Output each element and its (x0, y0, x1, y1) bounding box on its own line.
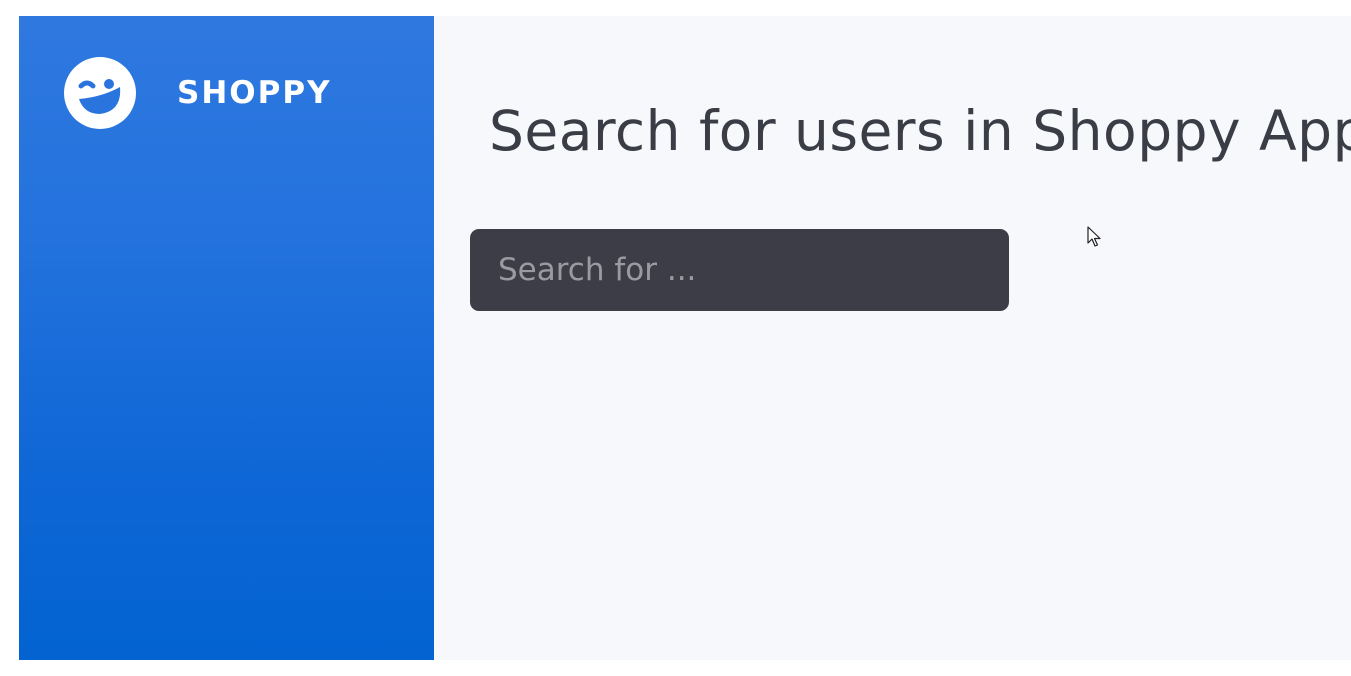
search-input[interactable] (470, 229, 1009, 311)
brand[interactable]: SHOPPY (64, 57, 332, 129)
mouse-cursor-icon (1087, 226, 1101, 247)
winking-face-icon (64, 57, 136, 129)
main-content: Search for users in Shoppy App (434, 16, 1351, 660)
brand-name: SHOPPY (177, 74, 332, 111)
page-title: Search for users in Shoppy App (489, 99, 1351, 163)
app-window: SHOPPY Search for users in Shoppy App (19, 16, 1351, 660)
sidebar: SHOPPY (19, 16, 434, 660)
